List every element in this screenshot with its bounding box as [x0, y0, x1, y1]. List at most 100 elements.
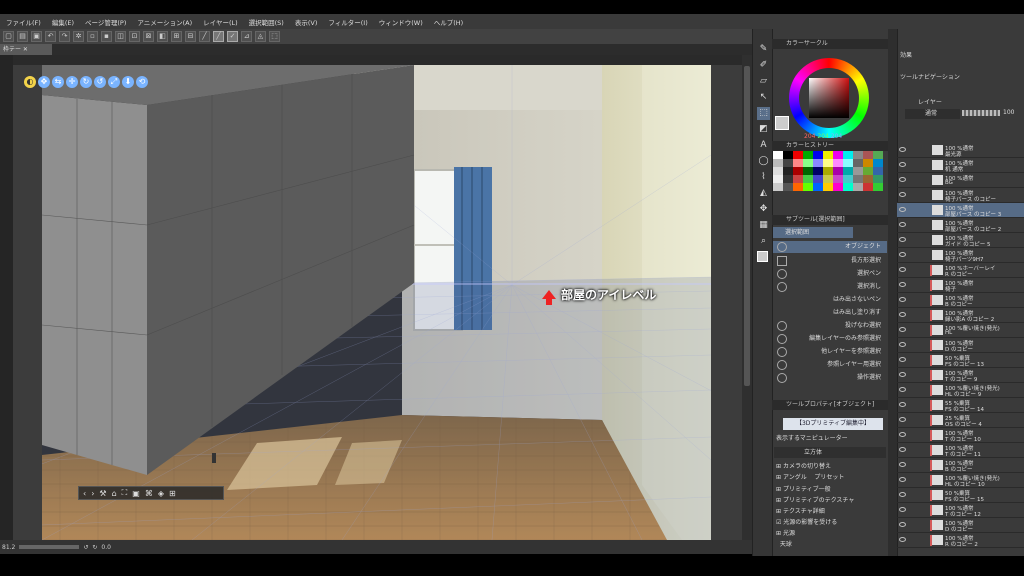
lock-icon[interactable]: ⌘: [145, 489, 153, 498]
layer-row[interactable]: 100 %通常 B のコピー: [897, 293, 1024, 308]
primitive-select[interactable]: 立方体: [774, 447, 886, 458]
history-swatch[interactable]: [783, 159, 793, 167]
eye-icon[interactable]: [899, 357, 906, 362]
history-swatch[interactable]: [843, 183, 853, 191]
save-icon[interactable]: ▣: [31, 31, 42, 42]
eye-icon[interactable]: [899, 537, 906, 542]
layer-row[interactable]: 100 %通常 縁い影A のコピー 2: [897, 308, 1024, 323]
eye-icon[interactable]: [899, 432, 906, 437]
move-tool-icon[interactable]: ✥: [757, 203, 770, 216]
history-swatch[interactable]: [833, 167, 843, 175]
transform-icon[interactable]: ◫: [115, 31, 126, 42]
rotate-left-icon[interactable]: ↺: [83, 544, 88, 551]
history-swatch[interactable]: [803, 183, 813, 191]
text-tool-icon[interactable]: A: [757, 139, 770, 152]
history-swatch[interactable]: [783, 183, 793, 191]
eraser-tool-icon[interactable]: ▱: [757, 75, 770, 88]
history-swatch[interactable]: [863, 175, 873, 183]
layout-icon[interactable]: ◈: [158, 489, 164, 498]
panel-scrollbar[interactable]: [888, 29, 897, 556]
eye-icon[interactable]: [899, 327, 906, 332]
history-swatch[interactable]: [853, 167, 863, 175]
camera-dolly-icon[interactable]: ⇆: [52, 76, 64, 88]
history-swatch[interactable]: [863, 151, 873, 159]
history-swatch[interactable]: [843, 159, 853, 167]
layer-row[interactable]: 100 %通常 D のコピー: [897, 338, 1024, 353]
canvas-vertical-scroll-thumb[interactable]: [744, 66, 750, 386]
snap-ruler-icon[interactable]: ╱: [213, 31, 224, 42]
history-swatch[interactable]: [873, 175, 883, 183]
history-swatch[interactable]: [793, 159, 803, 167]
menu-page[interactable]: ページ管理(P): [85, 17, 126, 27]
eye-icon[interactable]: [899, 222, 906, 227]
subtool-object[interactable]: オブジェクト: [773, 241, 887, 253]
crop-icon[interactable]: ⊡: [129, 31, 140, 42]
history-swatch[interactable]: [793, 167, 803, 175]
eye-icon[interactable]: [899, 387, 906, 392]
eye-icon[interactable]: [899, 282, 906, 287]
layer-row[interactable]: 100 %通常 D のコピー: [897, 518, 1024, 533]
undo-icon[interactable]: ↶: [45, 31, 56, 42]
menu-layer[interactable]: レイヤー(L): [203, 17, 238, 27]
light-affect-row[interactable]: ☑ 光源の影響を受ける: [774, 517, 886, 528]
history-swatch[interactable]: [773, 167, 783, 175]
primitive-texture-row[interactable]: ⊞ プリミティブのテクスチャ: [774, 495, 886, 506]
history-swatch[interactable]: [843, 175, 853, 183]
layer-row[interactable]: 100 %通常 B のコピー: [897, 458, 1024, 473]
eye-icon[interactable]: [899, 207, 906, 212]
next-icon[interactable]: ›: [91, 489, 94, 498]
history-swatch[interactable]: [863, 159, 873, 167]
opacity-value[interactable]: 100: [1003, 109, 1014, 116]
layer-row[interactable]: 50 %乗算 FS のコピー 15: [897, 488, 1024, 503]
history-swatch[interactable]: [823, 151, 833, 159]
layer-row[interactable]: 100 %覆い焼き(発光) HL のコピー 9: [897, 383, 1024, 398]
deselect-icon[interactable]: ⊠: [143, 31, 154, 42]
subtool-select-pen[interactable]: 選択ペン: [773, 268, 887, 280]
fit-view-icon[interactable]: ⛶: [122, 488, 128, 498]
subtool-lasso[interactable]: 投げなわ選択: [773, 320, 887, 332]
layer-row[interactable]: 55 %乗算 FS のコピー 14: [897, 398, 1024, 413]
layer-row[interactable]: 100 %通常 ガイド のコピー 5: [897, 233, 1024, 248]
layer-row[interactable]: 50 %乗算 FS のコピー 13: [897, 353, 1024, 368]
fill-icon[interactable]: ▪: [101, 31, 112, 42]
layer-row[interactable]: 100 %覆い焼き(発光) HL: [897, 323, 1024, 338]
history-swatch[interactable]: [823, 159, 833, 167]
layer-row[interactable]: 100 %通常 椅子パーツ9H7: [897, 248, 1024, 263]
manipulator-display-row[interactable]: 表示するマニピュレーター: [774, 433, 886, 444]
object-reset-icon[interactable]: ⟲: [136, 76, 148, 88]
history-swatch[interactable]: [813, 167, 823, 175]
history-swatch[interactable]: [873, 167, 883, 175]
balloon-tool-icon[interactable]: ◯: [757, 155, 770, 168]
eye-icon[interactable]: [899, 177, 906, 182]
eye-icon[interactable]: [899, 462, 906, 467]
eye-icon[interactable]: [899, 297, 906, 302]
operation-tool-icon[interactable]: ↖: [757, 91, 770, 104]
eye-icon[interactable]: [899, 477, 906, 482]
object-rotate2-icon[interactable]: ↺: [94, 76, 106, 88]
eye-icon[interactable]: [899, 237, 906, 242]
history-swatch[interactable]: [783, 151, 793, 159]
eye-icon[interactable]: [899, 192, 906, 197]
history-swatch[interactable]: [783, 167, 793, 175]
menu-view[interactable]: 表示(V): [295, 17, 318, 27]
subtool-edit-layer-select[interactable]: 編集レイヤーのみ参照選択: [773, 333, 887, 345]
history-swatch[interactable]: [823, 175, 833, 183]
snap-grid-icon[interactable]: ⊿: [241, 31, 252, 42]
layer-row[interactable]: 100 %通常 T のコピー 10: [897, 428, 1024, 443]
subtool-select-erase[interactable]: 選択消し: [773, 281, 887, 293]
history-swatch[interactable]: [843, 167, 853, 175]
open-icon[interactable]: ▤: [17, 31, 28, 42]
history-swatch[interactable]: [853, 151, 863, 159]
eye-icon[interactable]: [899, 312, 906, 317]
angle-readout[interactable]: 0.0: [101, 544, 111, 551]
menu-help[interactable]: ヘルプ(H): [434, 17, 463, 27]
subtool-other-layer-select[interactable]: 他レイヤーを参照選択: [773, 346, 887, 358]
history-swatch[interactable]: [833, 175, 843, 183]
history-swatch[interactable]: [833, 183, 843, 191]
expand-icon[interactable]: ⊞: [171, 31, 182, 42]
eye-icon[interactable]: [899, 252, 906, 257]
layer-row[interactable]: 100 %通常 R のコピー 2: [897, 533, 1024, 548]
blend-mode-select[interactable]: 通常: [905, 109, 960, 119]
menu-edit[interactable]: 編集(E): [52, 17, 74, 27]
history-swatch[interactable]: [803, 175, 813, 183]
